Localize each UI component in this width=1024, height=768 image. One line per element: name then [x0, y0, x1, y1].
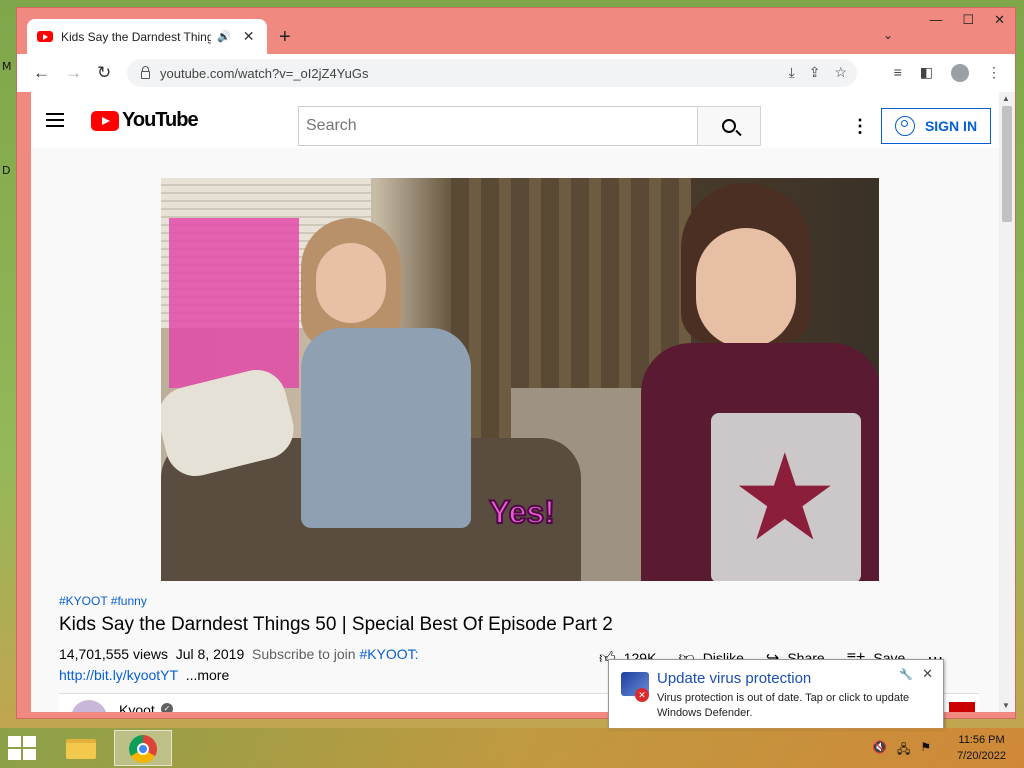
search-icon	[722, 119, 736, 133]
tab-title: Kids Say the Darndest Things	[61, 29, 211, 44]
show-more-button[interactable]: ...more	[186, 667, 230, 683]
hashtags-link[interactable]: #KYOOT #funny	[59, 594, 147, 608]
video-scene-child-left	[301, 218, 501, 548]
chrome-icon	[129, 735, 157, 763]
bookmark-star-icon[interactable]: ☆	[834, 64, 847, 81]
account-icon	[894, 116, 915, 136]
new-tab-button[interactable]: +	[279, 26, 291, 49]
profile-avatar-icon[interactable]	[951, 64, 969, 82]
chrome-taskbar-button[interactable]	[114, 730, 172, 766]
browser-menu-icon[interactable]: ⋮	[987, 64, 1001, 82]
sign-in-button[interactable]: SIGN IN	[881, 108, 991, 144]
youtube-header: YouTube ⋮ SIGN IN	[31, 92, 1001, 148]
notification-title[interactable]: Update virus protection	[657, 670, 811, 687]
search-input[interactable]	[298, 106, 698, 146]
window-controls: — ☐ ✕	[929, 12, 1005, 28]
desktop-icon-label[interactable]: M	[2, 60, 12, 73]
youtube-wordmark: YouTube	[122, 109, 199, 131]
sign-in-label: SIGN IN	[924, 118, 978, 134]
error-x-icon: ✕	[635, 688, 649, 702]
url-text[interactable]: youtube.com/watch?v=_oI2jZ4YuGs	[160, 66, 368, 81]
taskbar: 🔇 🖧 ⚑ 11:56 PM 7/20/2022	[0, 728, 1024, 768]
scroll-thumb[interactable]	[1002, 106, 1012, 222]
lock-icon[interactable]	[141, 66, 150, 79]
toolbar-actions: ≡ ◧ ⋮	[894, 64, 1001, 82]
description-link[interactable]: http://bit.ly/kyootYT	[59, 667, 178, 683]
video-player[interactable]: ★ Yes!	[161, 178, 879, 581]
notification-close-button[interactable]: ✕	[922, 666, 933, 682]
tab-search-chevron-icon[interactable]: ⌄	[883, 28, 893, 42]
clock-time: 11:56 PM	[958, 734, 1005, 746]
page-scrollbar[interactable]: ▲ ▼	[999, 92, 1015, 712]
notification-text[interactable]: Virus protection is out of date. Tap or …	[657, 691, 939, 721]
pin-icon[interactable]: 🔧	[899, 668, 913, 681]
back-arrow-icon[interactable]: ←	[33, 63, 50, 83]
description-line: http://bit.ly/kyootYT ...more	[59, 667, 229, 683]
defender-notification[interactable]: ✕ Update virus protection Virus protecti…	[608, 659, 944, 729]
scroll-down-arrow-icon[interactable]: ▼	[1002, 701, 1010, 710]
volume-muted-icon[interactable]: 🔇	[872, 740, 887, 761]
video-scene-dollhouse	[169, 218, 299, 388]
settings-menu-icon[interactable]: ⋮	[851, 116, 869, 137]
search-button[interactable]	[697, 106, 761, 146]
start-windows-icon[interactable]	[8, 736, 36, 760]
youtube-page: YouTube ⋮ SIGN IN ★	[31, 92, 1001, 712]
channel-name[interactable]: Kyoot	[119, 702, 155, 712]
subscribe-button[interactable]	[949, 702, 975, 712]
video-title: Kids Say the Darndest Things 50 | Specia…	[59, 614, 613, 635]
view-count: 14,701,555 views	[59, 646, 168, 662]
video-caption: Yes!	[488, 493, 556, 531]
action-center-flag-icon[interactable]: ⚑	[920, 740, 931, 761]
maximize-button[interactable]: ☐	[962, 12, 974, 28]
folder-icon	[66, 739, 96, 759]
subscribe-hashtag-link[interactable]: #KYOOT:	[359, 646, 418, 662]
desktop-icon-label[interactable]: D	[2, 164, 10, 177]
youtube-play-icon	[91, 110, 119, 131]
omnibox-actions: ⤓ ⇪ ☆	[789, 64, 848, 81]
minimize-button[interactable]: —	[929, 12, 942, 28]
forward-arrow-icon[interactable]: →	[65, 63, 82, 83]
hamburger-menu-icon[interactable]	[46, 113, 64, 127]
channel-avatar[interactable]	[71, 700, 107, 712]
video-meta: 14,701,555 views Jul 8, 2019 Subscribe t…	[59, 646, 419, 662]
speaker-icon[interactable]: 🔊	[217, 30, 231, 43]
install-app-icon[interactable]: ⤓	[789, 64, 795, 81]
share-page-icon[interactable]: ⇪	[809, 64, 821, 81]
scroll-up-arrow-icon[interactable]: ▲	[1002, 94, 1010, 103]
title-bar: Kids Say the Darndest Things 🔊 ✕ + ⌄ — ☐…	[17, 8, 1015, 54]
browser-toolbar: ← → ↻ youtube.com/watch?v=_oI2jZ4YuGs ⤓ …	[17, 54, 1015, 92]
reload-icon[interactable]: ↻	[97, 63, 111, 83]
network-icon[interactable]: 🖧	[897, 740, 910, 761]
file-explorer-taskbar-button[interactable]	[60, 732, 102, 764]
video-scene-child-right: ★	[631, 183, 879, 581]
youtube-favicon-icon	[37, 31, 53, 42]
upload-date: Jul 8, 2019	[175, 646, 245, 662]
clock-date: 7/20/2022	[957, 750, 1006, 762]
close-window-button[interactable]: ✕	[994, 12, 1005, 28]
tab-youtube[interactable]: Kids Say the Darndest Things 🔊 ✕	[27, 19, 267, 54]
subscribe-text: Subscribe to join	[252, 646, 356, 662]
tab-close-button[interactable]: ✕	[243, 28, 255, 45]
address-bar[interactable]: youtube.com/watch?v=_oI2jZ4YuGs ⤓ ⇪ ☆	[127, 59, 857, 87]
system-clock[interactable]: 11:56 PM 7/20/2022	[957, 732, 1006, 764]
verified-check-icon: ✓	[161, 703, 173, 712]
side-panel-icon[interactable]: ◧	[920, 64, 933, 82]
youtube-logo[interactable]: YouTube	[91, 109, 199, 132]
media-controls-icon[interactable]: ≡	[894, 64, 902, 82]
system-tray: 🔇 🖧 ⚑	[872, 740, 931, 761]
browser-window: Kids Say the Darndest Things 🔊 ✕ + ⌄ — ☐…	[16, 7, 1016, 719]
